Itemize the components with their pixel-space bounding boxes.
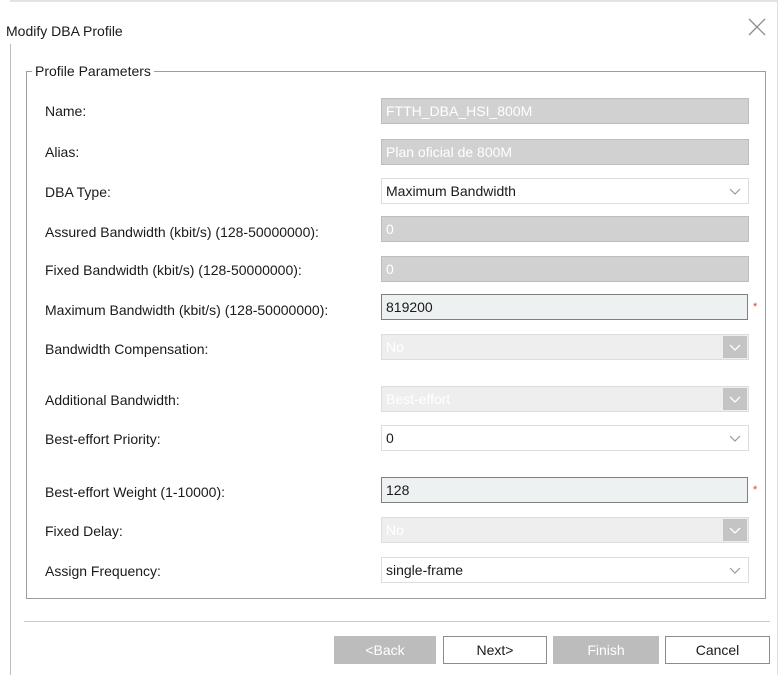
dropdown-button	[723, 336, 747, 358]
assign-frequency-label: Assign Frequency:	[45, 563, 161, 579]
best-effort-priority-label: Best-effort Priority:	[45, 431, 161, 447]
fixed-delay-select: No	[381, 517, 749, 543]
chevron-down-icon	[729, 188, 741, 195]
additional-bandwidth-label: Additional Bandwidth:	[45, 392, 180, 408]
fixed-delay-label: Fixed Delay:	[45, 523, 123, 539]
assign-frequency-select[interactable]: single-frame	[381, 557, 749, 583]
maximum-bandwidth-label: Maximum Bandwidth (kbit/s) (128-50000000…	[45, 302, 329, 318]
assured-bandwidth-label: Assured Bandwidth (kbit/s) (128-50000000…	[45, 224, 319, 240]
fixed-bandwidth-value: 0	[386, 261, 394, 277]
chevron-down-icon	[729, 396, 741, 403]
fixed-bandwidth-label: Fixed Bandwidth (kbit/s) (128-50000000):	[45, 262, 302, 278]
chevron-down-icon	[729, 527, 741, 534]
cancel-button[interactable]: Cancel	[665, 636, 770, 664]
maximum-bandwidth-input[interactable]: 819200	[381, 294, 748, 320]
dba-type-value: Maximum Bandwidth	[386, 183, 516, 199]
maximum-bandwidth-value: 819200	[386, 299, 433, 315]
best-effort-weight-label: Best-effort Weight (1-10000):	[45, 484, 226, 500]
bandwidth-compensation-label: Bandwidth Compensation:	[45, 341, 209, 357]
back-button[interactable]: <Back	[334, 636, 436, 664]
name-label: Name:	[45, 103, 87, 119]
assign-frequency-value: single-frame	[386, 562, 464, 578]
dba-type-label: DBA Type:	[45, 184, 111, 200]
name-field: FTTH_DBA_HSI_800M	[381, 98, 749, 124]
chevron-down-icon	[729, 435, 741, 442]
alias-label: Alias:	[45, 144, 80, 160]
left-border	[10, 44, 11, 675]
next-button[interactable]: Next>	[443, 636, 547, 664]
dropdown-button	[723, 388, 747, 410]
fixed-delay-value: No	[386, 522, 404, 538]
name-value: FTTH_DBA_HSI_800M	[386, 103, 533, 119]
bandwidth-compensation-select: No	[381, 334, 749, 360]
title-bar: Modify DBA Profile	[0, 12, 778, 48]
top-border	[10, 0, 778, 2]
chevron-down-icon	[729, 344, 741, 351]
bandwidth-compensation-value: No	[386, 339, 404, 355]
dba-type-select[interactable]: Maximum Bandwidth	[381, 178, 749, 204]
additional-bandwidth-value: Best-effort	[386, 391, 451, 407]
additional-bandwidth-select: Best-effort	[381, 386, 749, 412]
best-effort-priority-select[interactable]: 0	[381, 425, 749, 451]
alias-value: Plan oficial de 800M	[386, 144, 513, 160]
required-mark: *	[753, 301, 758, 313]
modify-dba-profile-dialog: Modify DBA Profile Profile Parameters Na…	[0, 0, 778, 675]
dropdown-button	[723, 519, 747, 541]
dialog-title: Modify DBA Profile	[6, 23, 123, 39]
group-title: Profile Parameters	[35, 63, 151, 79]
fixed-bandwidth-field: 0	[381, 256, 749, 282]
assured-bandwidth-field: 0	[381, 216, 749, 242]
finish-button[interactable]: Finish	[553, 636, 659, 664]
alias-field: Plan oficial de 800M	[381, 139, 749, 165]
chevron-down-icon	[729, 567, 741, 574]
best-effort-priority-value: 0	[386, 430, 394, 446]
button-separator	[24, 621, 770, 622]
close-icon[interactable]	[746, 16, 768, 38]
best-effort-weight-input[interactable]: 128	[381, 477, 748, 503]
best-effort-weight-value: 128	[386, 482, 410, 498]
required-mark: *	[753, 484, 758, 496]
assured-bandwidth-value: 0	[386, 221, 394, 237]
